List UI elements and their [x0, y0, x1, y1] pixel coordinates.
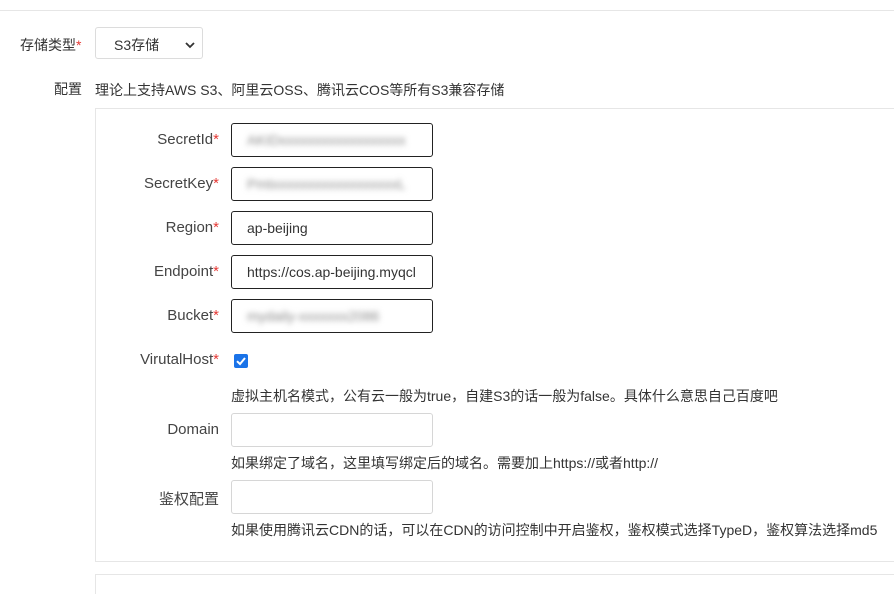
domain-input[interactable]: [231, 413, 433, 447]
storage-type-select[interactable]: S3存储: [95, 27, 203, 59]
check-icon: [236, 357, 246, 366]
auth-config-label: 鉴权配置: [158, 491, 219, 508]
top-divider: [0, 10, 894, 11]
config-label: 配置: [54, 81, 82, 97]
endpoint-value: https://cos.ap-beijing.myqcl: [247, 264, 416, 280]
secret-id-input[interactable]: AKIDxxxxxxxxxxxxxxxxxx: [231, 123, 433, 157]
secret-id-value: AKIDxxxxxxxxxxxxxxxxxx: [247, 132, 406, 148]
secret-key-input[interactable]: PmtxxxxxxxxxxxxxxxxxxL: [231, 167, 433, 201]
storage-type-label: 存储类型*: [20, 37, 82, 53]
virtual-host-checkbox[interactable]: [234, 354, 248, 368]
auth-config-input[interactable]: [231, 480, 433, 514]
secret-id-label: SecretId*: [157, 131, 219, 148]
endpoint-input[interactable]: https://cos.ap-beijing.myqcl: [231, 255, 433, 289]
region-input[interactable]: ap-beijing: [231, 211, 433, 245]
chevron-down-icon: [184, 38, 196, 54]
domain-help: 如果绑定了域名，这里填写绑定后的域名。需要加上https://或者http://: [231, 455, 659, 471]
virtual-host-label: VirutalHost*: [140, 351, 219, 368]
auth-config-help: 如果使用腾讯云CDN的话，可以在CDN的访问控制中开启鉴权，鉴权模式选择Type…: [231, 522, 878, 538]
storage-type-selected-value: S3存储: [114, 37, 160, 53]
secret-key-label: SecretKey*: [143, 175, 219, 192]
region-value: ap-beijing: [247, 220, 308, 236]
next-panel-edge: [95, 574, 894, 594]
config-description: 理论上支持AWS S3、阿里云OSS、腾讯云COS等所有S3兼容存储: [95, 82, 505, 98]
domain-label: Domain: [167, 421, 219, 438]
bucket-label: Bucket*: [167, 307, 219, 324]
secret-key-value: PmtxxxxxxxxxxxxxxxxxxL: [247, 176, 406, 192]
bucket-value: mydaily-xxxxxxx2086: [247, 308, 380, 324]
region-label: Region*: [165, 219, 219, 236]
virtual-host-help: 虚拟主机名模式，公有云一般为true，自建S3的话一般为false。具体什么意思…: [231, 388, 778, 404]
endpoint-label: Endpoint*: [153, 263, 219, 280]
bucket-input[interactable]: mydaily-xxxxxxx2086: [231, 299, 433, 333]
